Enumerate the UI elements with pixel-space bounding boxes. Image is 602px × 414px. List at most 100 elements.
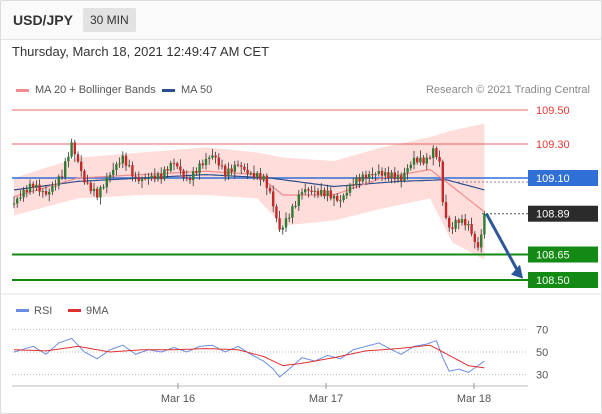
candle-up: [355, 177, 358, 186]
candle-up: [361, 174, 364, 182]
forecast-arrow: [485, 212, 519, 271]
candle-up: [147, 178, 150, 180]
candle-down: [358, 177, 361, 182]
candle-up: [121, 155, 124, 164]
candle-up: [35, 184, 38, 188]
candle-down: [188, 178, 192, 181]
candle-down: [428, 157, 432, 159]
candle-down: [243, 166, 246, 170]
resistance-label: 109.30: [536, 139, 570, 151]
candle-up: [342, 195, 345, 201]
candle-up: [105, 178, 108, 188]
candle-up: [345, 192, 348, 196]
x-tick-label: Mar 18: [457, 393, 491, 405]
candle-down: [96, 188, 99, 198]
candle-down: [32, 183, 35, 188]
candle-up: [99, 187, 102, 198]
candle-down: [364, 174, 368, 179]
candle-up: [368, 174, 371, 179]
candle-up: [118, 163, 121, 165]
candle-up: [198, 163, 201, 174]
candle-up: [412, 157, 416, 165]
candle-up: [64, 161, 67, 178]
candle-down: [464, 219, 467, 226]
candle-up: [70, 142, 73, 157]
candle-up: [374, 173, 377, 176]
candle-down: [435, 148, 438, 158]
candle-up: [12, 203, 16, 205]
candle-down: [89, 182, 92, 192]
candle-down: [220, 165, 224, 167]
candle-up: [92, 188, 96, 192]
candle-up: [294, 205, 297, 207]
pivot-label: 109.10: [536, 173, 570, 185]
rsi-ma9-line: [13, 344, 485, 369]
candle-down: [336, 195, 339, 201]
candle-up: [284, 218, 288, 228]
candle-up: [211, 155, 214, 158]
ma9-swatch: [68, 309, 81, 312]
candle-down: [470, 223, 473, 234]
candle-up: [396, 175, 400, 180]
candle-down: [153, 175, 156, 180]
candle-up: [140, 178, 144, 181]
resistance-label: 109.50: [536, 105, 570, 117]
candle-down: [176, 163, 179, 167]
candle-up: [102, 187, 105, 189]
candle-down: [272, 191, 275, 207]
rsi-tick-label: 50: [536, 347, 548, 359]
candle-up: [320, 189, 323, 195]
candle-up: [48, 191, 51, 195]
support-label: 108.50: [536, 275, 570, 287]
candle-up: [67, 156, 70, 162]
candle-up: [16, 198, 19, 204]
candle-down: [307, 189, 310, 191]
candle-up: [115, 164, 118, 170]
candle-up: [390, 172, 393, 179]
candle-up: [204, 158, 208, 166]
candle-down: [144, 178, 147, 180]
candle-up: [22, 189, 25, 198]
candle-up: [150, 175, 153, 179]
candle-down: [457, 219, 460, 223]
candle-down: [182, 170, 185, 178]
candle-up: [304, 189, 307, 193]
candle-up: [112, 169, 115, 175]
candle-up: [256, 173, 259, 178]
candle-up: [288, 217, 291, 219]
candle-down: [172, 163, 176, 165]
rsi-tick-label: 70: [536, 324, 548, 336]
candle-down: [316, 190, 320, 195]
candle-down: [224, 165, 227, 177]
candle-down: [380, 171, 384, 176]
candle-up: [406, 168, 409, 173]
candle-up: [249, 172, 252, 174]
candle-down: [246, 169, 249, 174]
candle-up: [208, 157, 211, 159]
candle-up: [432, 148, 435, 158]
candle-down: [422, 157, 425, 164]
candle-up: [460, 219, 464, 223]
candle-up: [297, 194, 300, 206]
candle-up: [192, 171, 195, 181]
candle-down: [214, 155, 217, 158]
candle-down: [240, 165, 243, 167]
support-label: 108.65: [536, 250, 570, 262]
candle-up: [332, 195, 336, 199]
candle-up: [425, 157, 428, 164]
candle-down: [473, 233, 476, 243]
candle-up: [128, 165, 131, 167]
candle-up: [419, 157, 422, 163]
candle-up: [163, 169, 166, 180]
candle-down: [60, 176, 64, 178]
candle-down: [185, 177, 188, 179]
candle-down: [268, 187, 272, 192]
candle-down: [44, 191, 48, 195]
rsi-swatch: [16, 309, 29, 312]
candle-up: [300, 192, 304, 195]
candle-down: [137, 176, 140, 181]
candle-down: [438, 157, 441, 162]
rsi-tick-label: 30: [536, 370, 548, 382]
candle-down: [179, 166, 182, 171]
candle-up: [339, 200, 342, 202]
